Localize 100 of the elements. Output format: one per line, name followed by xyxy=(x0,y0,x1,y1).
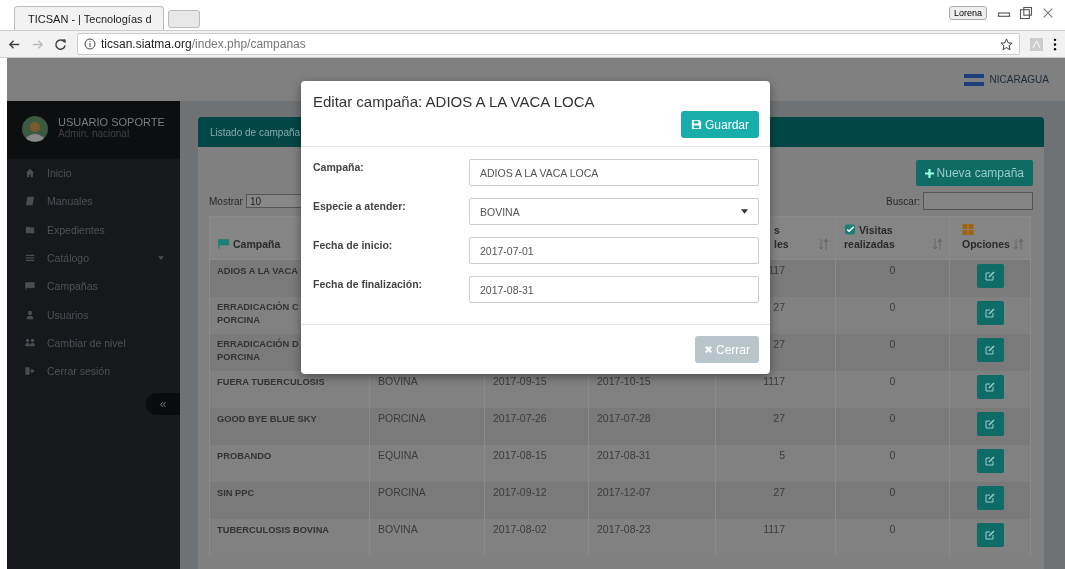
input-field[interactable]: 2017-08-31 xyxy=(469,276,759,303)
profile-button[interactable]: Lorena xyxy=(948,6,987,20)
campaign-name: ERRADICACIÓN C PORCINA xyxy=(217,300,299,327)
signout-icon xyxy=(25,366,35,377)
browser-tab[interactable]: TICSAN - | Tecnologías d xyxy=(14,6,164,30)
total-cell: 27 xyxy=(773,337,785,350)
flag-icon xyxy=(963,73,984,86)
end-date-cell: 2017-07-28 xyxy=(597,411,651,424)
edit-button[interactable] xyxy=(976,522,1004,547)
edit-icon xyxy=(985,418,995,429)
edit-icon xyxy=(985,529,995,540)
end-date-cell: 2017-12-07 xyxy=(597,485,651,498)
sidebar-item[interactable]: Expedientes xyxy=(7,215,180,244)
edit-icon xyxy=(985,344,995,355)
edit-button[interactable] xyxy=(976,264,1004,288)
total-cell: 1117 xyxy=(763,522,785,535)
end-date-cell: 2017-08-31 xyxy=(597,448,651,461)
sort-icon xyxy=(933,237,943,251)
save-button[interactable]: Guardar xyxy=(680,111,759,138)
search-field[interactable] xyxy=(923,192,1033,210)
edit-icon xyxy=(985,307,995,318)
total-cell: 27 xyxy=(773,485,785,498)
dialog-title: Editar campaña: ADIOS A LA VACA LOCA xyxy=(313,93,595,110)
species-cell: PORCINA xyxy=(378,485,426,498)
input-field[interactable]: ADIOS A LA VACA LOCA xyxy=(469,159,759,186)
visits-cell: 0 xyxy=(889,264,896,276)
edit-icon xyxy=(985,381,995,392)
campaign-name: SIN PPC xyxy=(217,486,255,500)
sort-icon xyxy=(1014,237,1024,251)
visits-cell: 0 xyxy=(889,337,896,350)
close-icon xyxy=(704,345,713,354)
star-icon[interactable] xyxy=(1000,37,1013,51)
start-date-cell: 2017-08-02 xyxy=(493,522,547,535)
edit-icon xyxy=(985,492,995,503)
start-date-cell: 2017-07-26 xyxy=(493,411,547,424)
start-date-cell: 2017-09-15 xyxy=(493,374,547,387)
card-title: Listado de campaña xyxy=(210,126,301,138)
country-label: NICARAGUA xyxy=(989,74,1049,85)
campaign-name: FUERA TUBERCULOSIS xyxy=(217,375,325,389)
edit-button[interactable] xyxy=(976,411,1004,436)
list-icon xyxy=(25,253,35,264)
caret-icon xyxy=(741,209,748,214)
visits-cell: 0 xyxy=(889,411,896,424)
campaign-name: GOOD BYE BLUE SKY xyxy=(217,412,317,426)
total-cell: 27 xyxy=(773,300,785,313)
new-tab-button[interactable] xyxy=(168,10,200,28)
campaign-name: PROBANDO xyxy=(217,449,272,463)
campaign-name: TUBERCULOSIS BOVINA xyxy=(217,523,330,537)
reload-icon[interactable] xyxy=(54,37,67,51)
edit-button[interactable] xyxy=(976,300,1004,325)
campaign-name: ADIOS A LA VACA xyxy=(217,265,298,278)
campaign-name: ERRADICACIÓN D PORCINA xyxy=(217,337,299,364)
edit-icon xyxy=(985,271,995,281)
user-icon xyxy=(25,309,35,320)
species-cell: BOVINA xyxy=(378,374,418,387)
edit-button[interactable] xyxy=(976,448,1004,473)
edit-icon xyxy=(985,455,995,466)
species-select[interactable]: BOVINA xyxy=(469,198,759,225)
folder-icon xyxy=(25,224,35,235)
plus-icon xyxy=(924,168,934,178)
total-cell: 1117 xyxy=(763,374,785,387)
edit-button[interactable] xyxy=(976,374,1004,399)
total-cell: 27 xyxy=(773,411,785,424)
field-label: Fecha de inicio: xyxy=(313,238,394,251)
species-cell: EQUINA xyxy=(378,448,419,461)
sort-icon xyxy=(819,237,829,251)
checkbox-icon xyxy=(844,224,856,235)
tab-title: TICSAN - | Tecnologías d xyxy=(28,12,152,25)
field-label: Fecha de finalización: xyxy=(313,277,424,290)
start-date-cell: 2017-09-12 xyxy=(493,485,547,498)
info-icon xyxy=(84,38,96,50)
menu-icon[interactable] xyxy=(1053,37,1057,51)
end-date-cell: 2017-10-15 xyxy=(597,374,651,387)
save-icon xyxy=(690,119,702,130)
visits-cell: 0 xyxy=(889,374,896,387)
input-field[interactable]: 2017-07-01 xyxy=(469,237,759,264)
sidebar-item[interactable]: Manuales xyxy=(7,187,180,216)
search-label: Buscar: xyxy=(886,195,920,207)
visits-cell: 0 xyxy=(889,522,896,535)
visits-cell: 0 xyxy=(889,448,896,461)
end-date-cell: 2017-08-23 xyxy=(597,522,651,535)
edit-button[interactable] xyxy=(976,337,1004,362)
edit-button[interactable] xyxy=(976,485,1004,510)
new-campaign-button[interactable]: Nueva campaña xyxy=(915,160,1033,186)
sidebar-item[interactable]: Campañas xyxy=(7,272,180,301)
caret-icon xyxy=(158,256,164,261)
users-icon xyxy=(25,337,35,348)
grid-icon xyxy=(962,224,974,235)
address-field[interactable]: ticsan.siatma.org/index.php/campanas xyxy=(77,33,1020,55)
flag-icon xyxy=(25,281,35,292)
visits-cell: 0 xyxy=(889,485,896,498)
flag-icon xyxy=(218,238,230,249)
collapse-button[interactable]: « xyxy=(146,393,180,416)
visits-cell: 0 xyxy=(889,300,896,313)
field-label: Campaña: xyxy=(313,160,365,173)
species-cell: BOVINA xyxy=(378,522,418,535)
home-icon xyxy=(25,168,35,179)
user-name: USUARIO SOPORTE xyxy=(58,116,165,128)
avatar-icon xyxy=(22,116,48,142)
start-date-cell: 2017-08-15 xyxy=(493,448,547,461)
